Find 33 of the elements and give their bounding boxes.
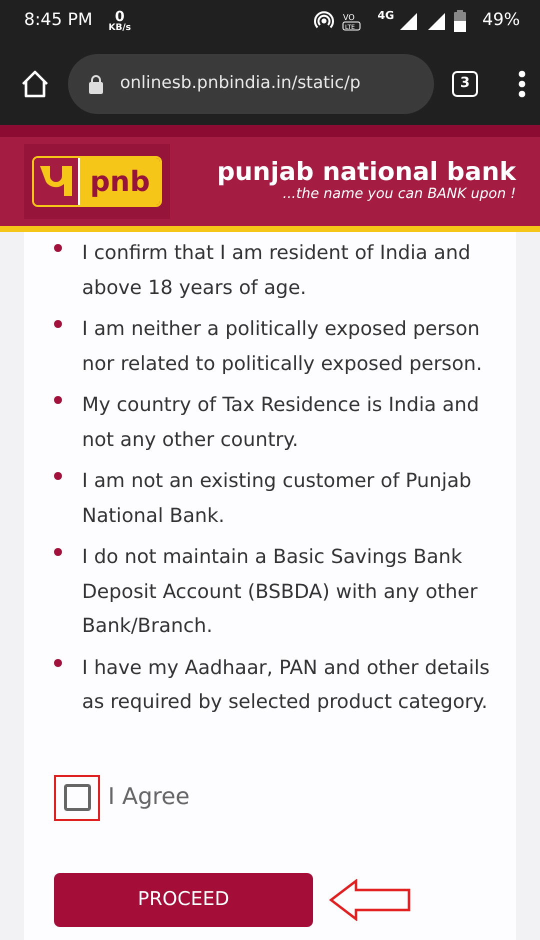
agree-label: I Agree: [108, 783, 190, 812]
address-bar[interactable]: onlinesb.pnbindia.in/static/p: [68, 54, 434, 114]
url-text: onlinesb.pnbindia.in/static/p: [120, 72, 361, 95]
home-icon[interactable]: [20, 68, 50, 98]
pnb-logo: pnb: [32, 156, 162, 207]
signal-icon: [426, 11, 446, 31]
menu-icon[interactable]: [518, 70, 526, 98]
lock-icon: [88, 74, 104, 94]
signal-icon: [398, 11, 418, 31]
battery-level: 49%: [482, 9, 520, 32]
bullet-icon: [54, 320, 62, 328]
status-time: 8:45 PM: [24, 9, 92, 32]
declaration-text: I do not maintain a Basic Savings Bank Deposit Account (BSBDA) with any other Bank/Branch.: [82, 544, 478, 639]
bank-tagline: ...the name you can BANK upon !: [282, 186, 516, 204]
bullet-icon: [54, 548, 62, 556]
declaration-text: I am neither a politically exposed person nor related to politically exposed person.: [82, 316, 484, 376]
declaration-text: I have my Aadhaar, PAN and other details as required by selected product category.: [82, 654, 491, 715]
proceed-button[interactable]: PROCEED: [54, 872, 313, 926]
hotspot-icon: [314, 11, 334, 31]
network-type: 4G: [378, 8, 394, 24]
declaration-text: My country of Tax Residence is India and not any other country.: [82, 392, 480, 452]
bullet-icon: [54, 472, 62, 480]
bullet-icon: [54, 244, 62, 252]
declaration-text: I am not an existing customer of Punjab National Bank.: [82, 468, 472, 528]
agree-checkbox[interactable]: [64, 784, 90, 811]
tab-count[interactable]: 3: [452, 70, 478, 96]
bullet-icon: [54, 658, 62, 666]
battery-icon: [454, 10, 466, 32]
declaration-text: I confirm that I am resident of India and above 18 years of age.: [82, 240, 472, 300]
bank-name: punjab national bank: [216, 158, 516, 184]
bullet-icon: [54, 396, 62, 404]
data-speed: 0 KB/s: [108, 10, 131, 32]
arrow-icon: [329, 878, 413, 920]
